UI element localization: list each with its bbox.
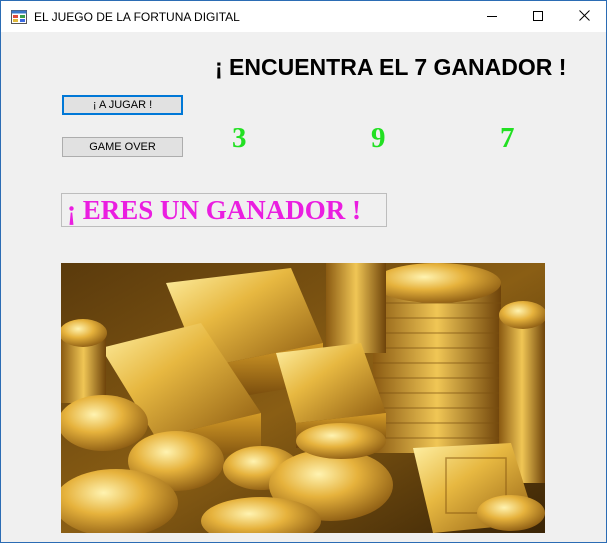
game-over-button[interactable]: GAME OVER <box>62 137 183 157</box>
digit-2: 9 <box>371 122 386 154</box>
minimize-icon <box>487 8 497 26</box>
maximize-button[interactable] <box>515 1 561 32</box>
gold-image <box>61 263 545 533</box>
window-title: EL JUEGO DE LA FORTUNA DIGITAL <box>34 10 240 24</box>
digit-3: 7 <box>500 122 515 154</box>
form-body: ¡ ENCUENTRA EL 7 GANADOR ! ¡ A JUGAR ! G… <box>1 32 606 542</box>
close-icon <box>578 8 590 26</box>
minimize-button[interactable] <box>469 1 515 32</box>
digit-1: 3 <box>232 122 247 154</box>
page-heading: ¡ ENCUENTRA EL 7 GANADOR ! <box>215 54 567 80</box>
play-button[interactable]: ¡ A JUGAR ! <box>62 95 183 115</box>
close-button[interactable] <box>561 1 607 32</box>
result-label: ¡ ERES UN GANADOR ! <box>61 193 387 227</box>
title-bar[interactable]: EL JUEGO DE LA FORTUNA DIGITAL <box>1 1 606 32</box>
app-window: EL JUEGO DE LA FORTUNA DIGITAL ¡ ENCUENT… <box>0 0 607 543</box>
app-icon[interactable] <box>11 9 27 25</box>
maximize-icon <box>533 8 543 26</box>
